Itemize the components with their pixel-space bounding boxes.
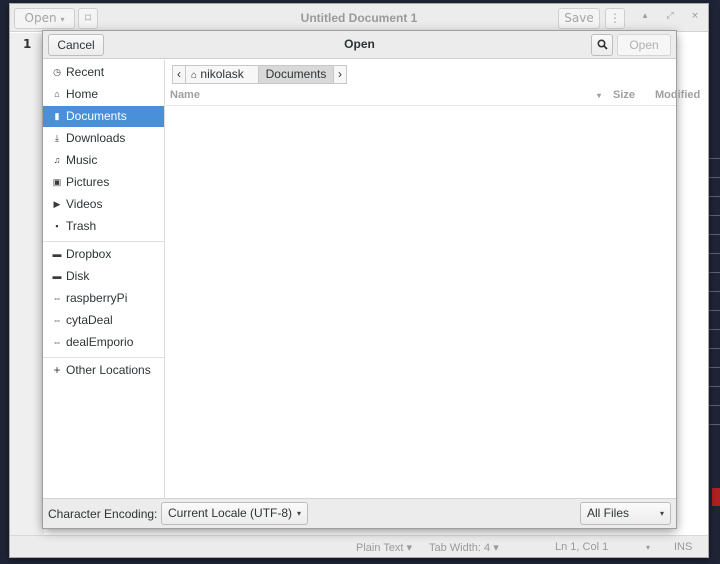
line-number-gutter: [10, 33, 44, 536]
column-name[interactable]: Name: [170, 89, 200, 101]
sidebar-separator: [43, 357, 164, 358]
sidebar-item-other-locations[interactable]: + Other Locations: [43, 360, 164, 381]
sidebar-item-documents[interactable]: ▮ Documents: [43, 106, 164, 127]
plus-icon: +: [53, 363, 61, 377]
sidebar-item-dealemporio[interactable]: ⇔ dealEmporio: [43, 332, 164, 353]
download-icon: ⤓: [55, 133, 59, 143]
sidebar-item-label: Home: [66, 87, 99, 101]
network-share-icon: ⇔: [52, 337, 62, 347]
open-button[interactable]: Open: [617, 34, 671, 56]
encoding-dropdown[interactable]: Current Locale (UTF-8) ▾: [161, 502, 308, 525]
chevron-right-icon[interactable]: ›: [333, 65, 347, 84]
sort-arrow-icon[interactable]: ▾: [597, 91, 601, 100]
sidebar-item-downloads[interactable]: ⤓ Downloads: [43, 128, 164, 149]
close-icon[interactable]: ×: [688, 11, 702, 21]
pictures-icon: ▣: [52, 177, 62, 187]
gedit-headerbar: Open ▾ ⌑ Untitled Document 1 Save ⋮ ▴ ⤢ …: [10, 4, 708, 32]
gedit-window-title: Untitled Document 1: [300, 11, 418, 25]
sidebar-separator: [43, 241, 164, 242]
insert-mode-indicator: INS: [674, 541, 693, 553]
sidebar-item-label: cytaDeal: [66, 313, 113, 327]
pathbar-home-button[interactable]: ⌂ nikolask: [185, 65, 259, 84]
sidebar-item-label: Pictures: [66, 175, 110, 189]
document-icon: ▮: [54, 111, 60, 121]
gedit-save-button[interactable]: Save: [558, 8, 600, 29]
chevron-down-icon: ▾: [659, 509, 664, 518]
column-modified[interactable]: Modified: [655, 89, 700, 101]
sidebar-item-label: Recent: [66, 65, 105, 79]
sidebar-item-raspberrypi[interactable]: ⇔ raspberryPi: [43, 288, 164, 309]
chevron-down-icon[interactable]: ▾: [646, 543, 650, 552]
sidebar-item-pictures[interactable]: ▣ Pictures: [43, 172, 164, 193]
recent-icon: ◷: [53, 67, 61, 77]
chevron-down-icon: ▾: [296, 509, 301, 518]
network-share-icon: ⇔: [52, 315, 62, 325]
desktop-red-marker: [712, 488, 720, 506]
dialog-headerbar: Cancel Open Open: [43, 31, 676, 59]
network-share-icon: ⇔: [52, 293, 62, 303]
file-filter-value: All Files: [587, 506, 630, 520]
maximize-icon[interactable]: ⤢: [663, 11, 677, 21]
sidebar-item-label: Music: [66, 153, 98, 167]
dialog-title: Open: [344, 37, 375, 51]
tab-width-selector[interactable]: Tab Width: 4 ▾: [429, 541, 499, 554]
open-file-dialog: Cancel Open Open ◷ Recent ⌂ Home ▮ Docum…: [43, 31, 700, 528]
sidebar-item-label: raspberryPi: [66, 291, 128, 305]
file-list[interactable]: [166, 107, 676, 497]
folder-icon: ▬: [52, 271, 62, 281]
chevron-left-icon[interactable]: ‹: [172, 65, 186, 84]
home-icon: ⌂: [54, 89, 60, 99]
trash-icon: ▪: [55, 221, 59, 231]
music-icon: ♫: [53, 155, 61, 165]
sidebar-item-music[interactable]: ♫ Music: [43, 150, 164, 171]
dialog-footer: Character Encoding: Current Locale (UTF-…: [43, 498, 676, 528]
folder-icon: ▬: [52, 249, 62, 259]
language-selector[interactable]: Plain Text ▾: [356, 541, 412, 554]
pathbar-home-label: nikolask: [200, 67, 244, 81]
sidebar-item-videos[interactable]: ▶ Videos: [43, 194, 164, 215]
search-icon[interactable]: [591, 34, 613, 56]
cursor-position[interactable]: Ln 1, Col 1: [555, 541, 608, 553]
sidebar-item-label: dealEmporio: [66, 335, 134, 349]
search-icon: [596, 39, 608, 50]
gedit-statusbar: Plain Text ▾ Tab Width: 4 ▾ Ln 1, Col 1 …: [10, 535, 708, 557]
minimize-icon[interactable]: ▴: [638, 11, 652, 21]
pathbar-documents-button[interactable]: Documents: [258, 65, 334, 84]
home-icon: ⌂: [191, 70, 198, 81]
sidebar-item-label: Trash: [66, 219, 97, 233]
sidebar-item-dropbox[interactable]: ▬ Dropbox: [43, 244, 164, 265]
sidebar-item-recent[interactable]: ◷ Recent: [43, 62, 164, 83]
line-number: 1: [23, 37, 32, 51]
sidebar-item-label: Videos: [66, 197, 103, 211]
sidebar-item-home[interactable]: ⌂ Home: [43, 84, 164, 105]
encoding-value: Current Locale (UTF-8): [168, 506, 293, 520]
file-list-header: Name ▾ Size Modified: [166, 88, 700, 106]
video-icon: ▶: [53, 199, 61, 209]
hamburger-menu-icon[interactable]: ⋮: [605, 8, 625, 29]
sidebar-item-label: Dropbox: [66, 247, 112, 261]
places-sidebar: ◷ Recent ⌂ Home ▮ Documents ⤓ Downloads …: [43, 60, 165, 498]
column-size[interactable]: Size: [613, 89, 635, 101]
sidebar-item-label: Downloads: [66, 131, 126, 145]
file-filter-dropdown[interactable]: All Files ▾: [580, 502, 671, 525]
sidebar-item-disk[interactable]: ▬ Disk: [43, 266, 164, 287]
desktop-background-edge: [706, 140, 720, 440]
sidebar-item-label: Documents: [66, 109, 127, 123]
sidebar-item-cytadeal[interactable]: ⇔ cytaDeal: [43, 310, 164, 331]
sidebar-item-label: Other Locations: [66, 363, 151, 377]
encoding-label: Character Encoding:: [48, 507, 158, 521]
sidebar-item-trash[interactable]: ▪ Trash: [43, 216, 164, 237]
sidebar-item-label: Disk: [66, 269, 90, 283]
